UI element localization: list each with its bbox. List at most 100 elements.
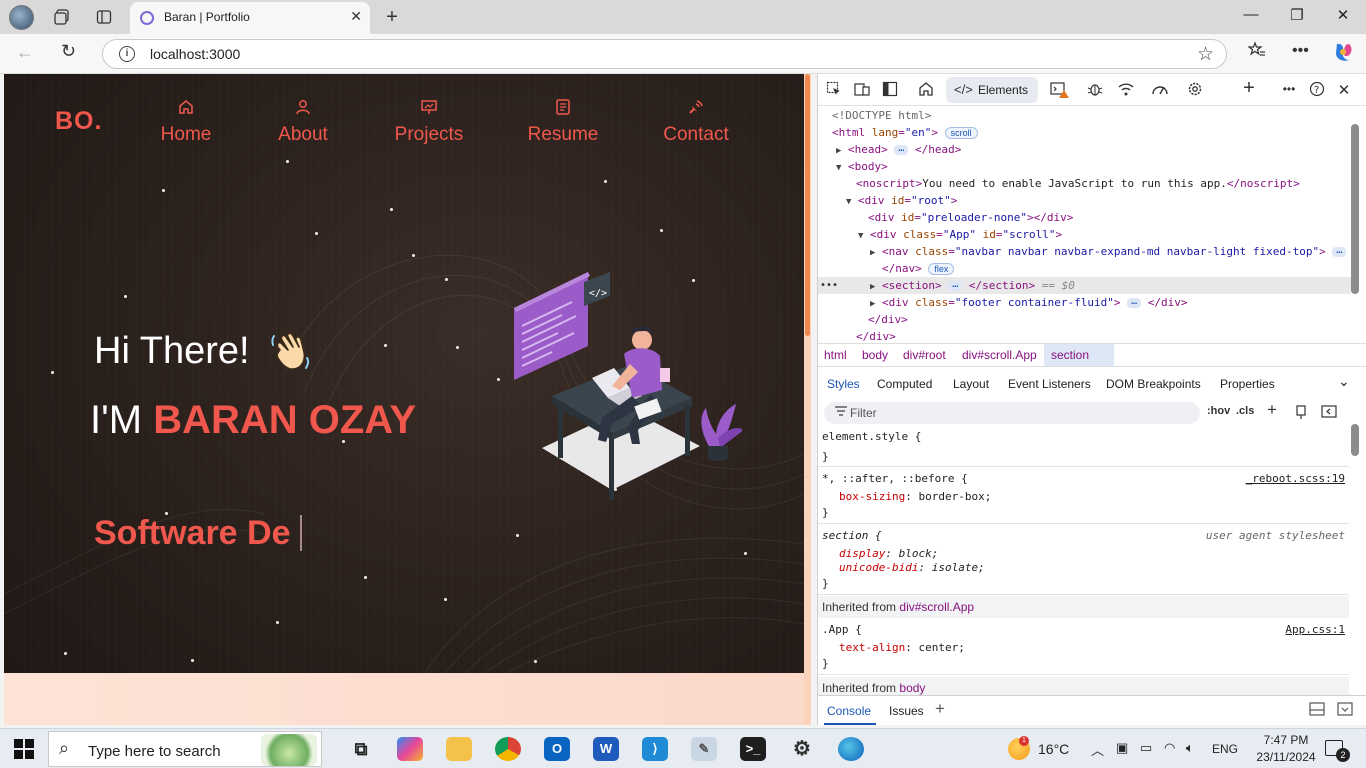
- taskbar-search-input[interactable]: ⌕ Type here to search: [48, 731, 322, 767]
- dom-line[interactable]: <div id="preloader-none"></div>: [818, 209, 1351, 226]
- new-tab-button[interactable]: +: [378, 4, 406, 30]
- devtools-elements-tab[interactable]: </> Elements: [946, 77, 1038, 103]
- address-field[interactable]: i localhost:3000 ☆: [102, 39, 1227, 69]
- battery-icon[interactable]: ▭: [1140, 740, 1152, 756]
- rule-declaration[interactable]: text-align: center;: [839, 640, 965, 656]
- dom-line[interactable]: ▶ <div class="footer container-fluid"> … …: [818, 294, 1351, 311]
- more-menu-icon[interactable]: •••: [1292, 42, 1309, 60]
- hover-state-toggle[interactable]: :hov: [1207, 405, 1230, 417]
- row-menu-ellipsis[interactable]: •••: [820, 277, 838, 294]
- dom-line[interactable]: </div>: [818, 328, 1351, 343]
- nav-projects[interactable]: Projects: [391, 98, 467, 146]
- performance-icon[interactable]: [1150, 81, 1170, 101]
- meet-now-icon[interactable]: ▣: [1116, 740, 1128, 756]
- clock-time[interactable]: 7:47 PM: [1251, 733, 1321, 747]
- nav-about[interactable]: About: [274, 98, 332, 146]
- rule-source-link[interactable]: _reboot.scss:19: [1246, 471, 1345, 487]
- tab-computed[interactable]: Computed: [877, 377, 932, 391]
- settings-gear-icon[interactable]: [1185, 81, 1205, 101]
- refresh-icon[interactable]: ↻: [61, 41, 76, 62]
- add-tool-icon[interactable]: +: [1239, 77, 1259, 100]
- file-explorer-icon[interactable]: [446, 737, 472, 761]
- device-emulation-icon[interactable]: [852, 81, 872, 101]
- nav-contact[interactable]: Contact: [659, 98, 733, 146]
- console-warning-icon[interactable]: [1050, 81, 1070, 103]
- rule-declaration[interactable]: box-sizing: border-box;: [839, 489, 991, 505]
- class-toggle[interactable]: .cls: [1236, 405, 1254, 417]
- close-drawer-icon[interactable]: [1337, 702, 1353, 719]
- minimize-button[interactable]: —: [1236, 6, 1266, 23]
- paint-icon[interactable]: ✎: [691, 737, 717, 761]
- vscode-icon[interactable]: ⟩: [642, 737, 668, 761]
- dom-tree-scrollbar[interactable]: [1351, 124, 1359, 294]
- dom-line[interactable]: <!DOCTYPE html>: [818, 107, 1351, 124]
- breadcrumb-div-root[interactable]: div#root: [903, 348, 946, 362]
- url-text[interactable]: localhost:3000: [150, 46, 240, 62]
- style-rules[interactable]: element.style { } *, ::after, ::before {…: [818, 426, 1349, 696]
- styles-filter-input[interactable]: Filter: [824, 402, 1200, 424]
- rule-app[interactable]: .App { App.css:1 text-align: center; }: [818, 619, 1349, 675]
- dom-line[interactable]: ▼ <div class="App" id="scroll">: [818, 226, 1351, 243]
- outlook-icon[interactable]: O: [544, 737, 570, 761]
- nav-resume[interactable]: Resume: [525, 98, 601, 146]
- dom-line[interactable]: ▼ <body>: [818, 158, 1351, 175]
- weather-temperature[interactable]: 16°C: [1038, 741, 1069, 757]
- site-logo[interactable]: BO.: [55, 107, 102, 136]
- clock-date[interactable]: 23/11/2024: [1251, 750, 1321, 764]
- breadcrumb-body[interactable]: body: [862, 348, 888, 362]
- maximize-button[interactable]: ❐: [1282, 6, 1312, 24]
- tab-properties[interactable]: Properties: [1220, 377, 1275, 391]
- page-viewport[interactable]: BO. Home About Projects Resume Contact H…: [4, 74, 804, 725]
- language-indicator[interactable]: ENG: [1212, 742, 1238, 756]
- close-window-button[interactable]: ✕: [1328, 6, 1358, 24]
- dom-line[interactable]: <html lang="en"> scroll: [818, 124, 1351, 141]
- rule-universal[interactable]: *, ::after, ::before { _reboot.scss:19 b…: [818, 468, 1349, 524]
- rule-declaration[interactable]: unicode-bidi: isolate;: [839, 560, 985, 576]
- chevron-down-icon[interactable]: ⌄: [1338, 373, 1350, 390]
- rule-element-style[interactable]: element.style { }: [818, 426, 1349, 467]
- flex-badge[interactable]: flex: [928, 263, 955, 275]
- breadcrumb-div-scroll-app[interactable]: div#scroll.App: [962, 348, 1037, 362]
- chrome-icon[interactable]: [495, 737, 521, 761]
- dom-line-selected[interactable]: ••• ▶ <section> … </section> == $0: [818, 277, 1351, 294]
- collapsed-ellipsis[interactable]: …: [894, 144, 909, 155]
- dom-line[interactable]: </div>: [818, 311, 1351, 328]
- debugger-bug-icon[interactable]: [1085, 81, 1105, 101]
- tab-dom-breakpoints[interactable]: DOM Breakpoints: [1106, 377, 1201, 391]
- network-wifi-icon[interactable]: [1116, 81, 1136, 101]
- dom-line[interactable]: ▶ <head> … </head>: [818, 141, 1351, 158]
- profile-avatar[interactable]: [9, 5, 34, 30]
- element-state-icon[interactable]: [1295, 405, 1307, 422]
- page-scrollbar[interactable]: [804, 74, 811, 725]
- collapsed-ellipsis[interactable]: …: [1127, 297, 1142, 308]
- copilot-icon[interactable]: [1332, 41, 1354, 68]
- tab-event-listeners[interactable]: Event Listeners: [1008, 377, 1091, 391]
- dom-line[interactable]: </nav> flex: [818, 260, 1351, 277]
- inherited-element-link[interactable]: div#scroll.App: [899, 600, 974, 614]
- drawer-add-icon[interactable]: +: [935, 699, 945, 719]
- windows-start-icon[interactable]: [14, 739, 34, 759]
- welcome-home-icon[interactable]: [916, 81, 936, 101]
- dom-line[interactable]: ▶ <nav class="navbar navbar navbar-expand…: [818, 243, 1351, 260]
- inherited-element-link[interactable]: body: [899, 681, 925, 695]
- page-scrollbar-thumb[interactable]: [805, 74, 810, 336]
- dock-drawer-icon[interactable]: [1309, 702, 1325, 719]
- task-view-icon[interactable]: ⧉: [348, 737, 374, 761]
- collapsed-ellipsis[interactable]: …: [1332, 246, 1347, 257]
- computed-sidebar-icon[interactable]: [1321, 405, 1337, 421]
- styles-scrollbar[interactable]: [1351, 424, 1359, 456]
- dom-line[interactable]: ▼ <div id="root">: [818, 192, 1351, 209]
- collapsed-ellipsis[interactable]: …: [948, 280, 963, 291]
- dock-side-icon[interactable]: [880, 81, 900, 101]
- rule-section[interactable]: section { user agent stylesheet display:…: [818, 525, 1349, 595]
- terminal-icon[interactable]: >_: [740, 737, 766, 761]
- close-devtools-icon[interactable]: ✕: [1334, 81, 1354, 99]
- new-rule-icon[interactable]: +: [1267, 400, 1277, 420]
- tab-actions-icon[interactable]: [90, 4, 118, 30]
- drawer-tab-console[interactable]: Console: [827, 704, 871, 718]
- site-info-icon[interactable]: i: [119, 46, 135, 62]
- breadcrumb-html[interactable]: html: [824, 348, 847, 362]
- workspaces-icon[interactable]: [48, 4, 76, 30]
- nav-home[interactable]: Home: [156, 98, 216, 146]
- word-icon[interactable]: W: [593, 737, 619, 761]
